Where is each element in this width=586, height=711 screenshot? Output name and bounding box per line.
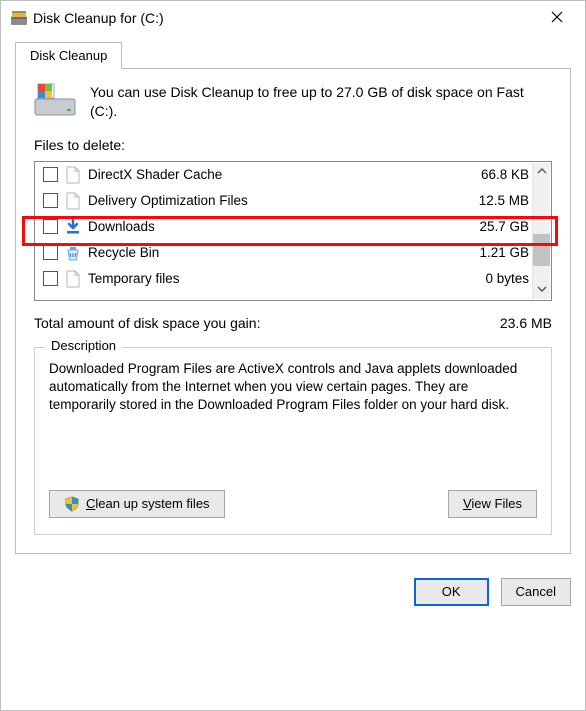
total-line: Total amount of disk space you gain: 23.…: [34, 315, 552, 331]
recycle-bin-icon: [64, 244, 82, 262]
file-row[interactable]: Temporary files 0 bytes: [35, 266, 551, 292]
description-group: Description Downloaded Program Files are…: [34, 347, 552, 535]
file-icon: [64, 192, 82, 210]
scroll-thumb[interactable]: [533, 234, 550, 266]
scrollbar[interactable]: [532, 163, 550, 299]
file-checkbox[interactable]: [43, 245, 58, 260]
file-row[interactable]: DirectX Shader Cache 66.8 KB: [35, 162, 551, 188]
disk-drive-icon: [34, 83, 76, 117]
scroll-up-button[interactable]: [533, 163, 550, 181]
scroll-down-button[interactable]: [533, 281, 550, 299]
intro-row: You can use Disk Cleanup to free up to 2…: [34, 83, 552, 121]
disk-cleanup-window: Disk Cleanup for (C:) Disk Cleanup: [0, 0, 586, 711]
ok-label: OK: [442, 584, 461, 599]
file-icon: [64, 270, 82, 288]
tab-pane: You can use Disk Cleanup to free up to 2…: [15, 68, 571, 554]
ok-button[interactable]: OK: [414, 578, 489, 606]
file-checkbox[interactable]: [43, 219, 58, 234]
chevron-up-icon: [537, 164, 547, 179]
close-icon: [551, 11, 563, 26]
dialog-button-row: OK Cancel: [1, 564, 585, 620]
view-files-label: View Files: [463, 496, 522, 511]
file-size: 1.21 GB: [479, 245, 529, 260]
tab-label: Disk Cleanup: [30, 48, 107, 63]
file-row[interactable]: Delivery Optimization Files 12.5 MB: [35, 188, 551, 214]
download-icon: [64, 218, 82, 236]
file-name: Temporary files: [88, 271, 475, 286]
file-row[interactable]: Downloads 25.7 GB: [35, 214, 551, 240]
window-title: Disk Cleanup for (C:): [29, 10, 537, 26]
file-checkbox[interactable]: [43, 193, 58, 208]
intro-text: You can use Disk Cleanup to free up to 2…: [90, 83, 552, 121]
file-size: 0 bytes: [485, 271, 529, 286]
clean-system-files-label: Clean up system files: [86, 496, 210, 511]
disk-cleanup-icon: [9, 8, 29, 28]
files-to-delete-label: Files to delete:: [34, 137, 552, 153]
shield-icon: [64, 496, 80, 512]
total-value: 23.6 MB: [500, 315, 552, 331]
total-label: Total amount of disk space you gain:: [34, 315, 260, 331]
file-name: Recycle Bin: [88, 245, 469, 260]
file-row[interactable]: Recycle Bin 1.21 GB: [35, 240, 551, 266]
window-close-button[interactable]: [537, 3, 577, 33]
file-checkbox[interactable]: [43, 271, 58, 286]
tab-strip: Disk Cleanup: [15, 41, 575, 68]
file-size: 12.5 MB: [479, 193, 529, 208]
view-files-button[interactable]: View Files: [448, 490, 537, 518]
cancel-label: Cancel: [516, 584, 556, 599]
file-name: DirectX Shader Cache: [88, 167, 471, 182]
file-checkbox[interactable]: [43, 167, 58, 182]
file-list-wrap: DirectX Shader Cache 66.8 KB Delivery Opti…: [34, 161, 552, 301]
description-body: Downloaded Program Files are ActiveX con…: [49, 360, 537, 460]
description-heading: Description: [45, 338, 122, 353]
cancel-button[interactable]: Cancel: [501, 578, 571, 606]
file-name: Downloads: [88, 219, 469, 234]
file-name: Delivery Optimization Files: [88, 193, 469, 208]
clean-system-files-button[interactable]: Clean up system files: [49, 490, 225, 518]
chevron-down-icon: [537, 282, 547, 297]
file-size: 66.8 KB: [481, 167, 529, 182]
file-size: 25.7 GB: [479, 219, 529, 234]
file-icon: [64, 166, 82, 184]
titlebar: Disk Cleanup for (C:): [1, 1, 585, 35]
tab-disk-cleanup[interactable]: Disk Cleanup: [15, 42, 122, 69]
file-list[interactable]: DirectX Shader Cache 66.8 KB Delivery Opti…: [34, 161, 552, 301]
